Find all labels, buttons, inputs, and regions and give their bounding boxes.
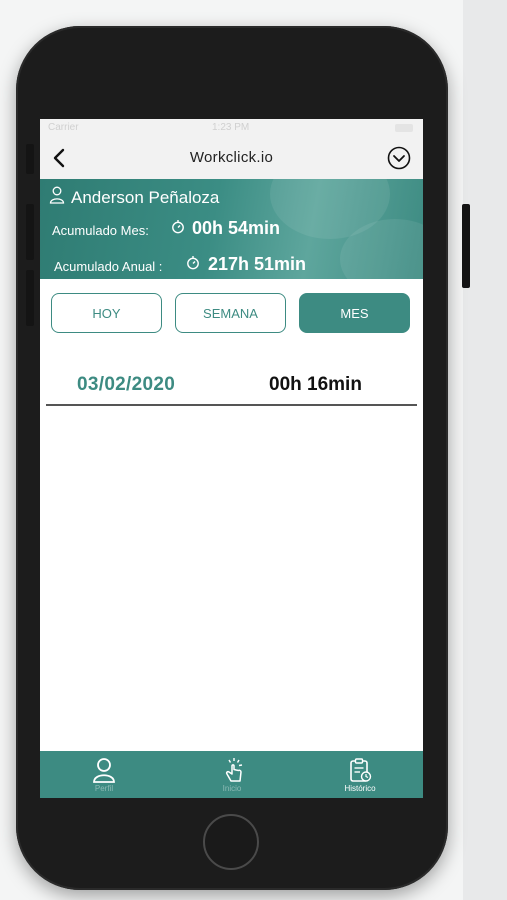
app-screen: Carrier 1:23 PM Workclick.io Anderson Pe…	[40, 119, 423, 798]
status-bar: Carrier 1:23 PM	[40, 119, 423, 137]
tabbar-label: Histórico	[344, 784, 376, 793]
monthly-total-value: 00h 54min	[192, 218, 281, 238]
stopwatch-icon	[187, 256, 199, 270]
profile-banner: Anderson Peñaloza Acumulado Mes: 00h 54m…	[40, 179, 423, 279]
tab-hoy[interactable]: HOY	[51, 293, 162, 333]
tab-semana[interactable]: SEMANA	[175, 293, 286, 333]
bottom-tab-bar: Perfil Inicio Histórico	[40, 751, 423, 798]
record-duration: 00h 16min	[269, 374, 362, 395]
user-name: Anderson Peñaloza	[71, 188, 220, 207]
background-band	[463, 0, 507, 900]
divider	[46, 404, 417, 406]
navigation-bar: Workclick.io	[40, 137, 423, 179]
tabbar-label: Inicio	[222, 784, 242, 793]
clipboard-icon	[350, 758, 372, 782]
battery-icon	[395, 124, 413, 132]
power-button	[462, 204, 470, 288]
user-icon	[49, 186, 65, 204]
annual-total-value: 217h 51min	[208, 254, 307, 274]
status-carrier: Carrier	[48, 122, 79, 133]
tabbar-item-perfil[interactable]: Perfil	[40, 751, 168, 798]
tap-icon	[225, 758, 243, 782]
chevron-down-circle-icon[interactable]	[387, 146, 411, 170]
tabbar-item-inicio[interactable]: Inicio	[168, 751, 296, 798]
tabbar-label: Perfil	[94, 784, 114, 793]
list-item[interactable]: 03/02/2020 00h 16min	[46, 369, 417, 407]
volume-up-button	[26, 204, 34, 260]
annual-total-label: Acumulado Anual :	[54, 259, 163, 274]
page-title: Workclick.io	[189, 149, 274, 166]
volume-down-button	[26, 270, 34, 326]
user-icon	[93, 758, 115, 783]
stopwatch-icon	[172, 220, 184, 234]
monthly-total-label: Acumulado Mes:	[52, 223, 149, 238]
mute-switch	[26, 144, 34, 174]
record-date: 03/02/2020	[77, 374, 176, 395]
status-time: 1:23 PM	[212, 122, 250, 133]
home-button[interactable]	[203, 814, 259, 870]
tab-mes[interactable]: MES	[299, 293, 410, 333]
tabbar-item-historico[interactable]: Histórico	[296, 751, 423, 798]
